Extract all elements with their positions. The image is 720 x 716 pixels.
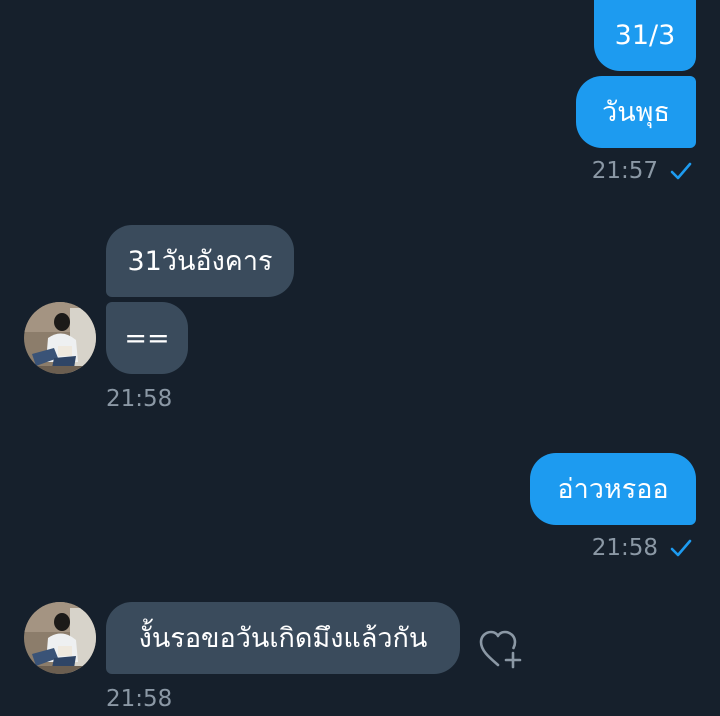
- message-text: งั้นรอขอวันเกิดมึงแล้วกัน: [138, 622, 428, 654]
- message-meta: 21:58: [592, 535, 692, 561]
- message-timestamp: 21:57: [591, 158, 658, 184]
- message-text: ==: [124, 322, 170, 354]
- message-timestamp: 21:58: [106, 386, 173, 412]
- sender-avatar[interactable]: [24, 302, 96, 374]
- sender-avatar[interactable]: [24, 602, 96, 674]
- add-reaction-heart-icon[interactable]: [478, 629, 524, 675]
- sent-check-icon: [670, 538, 692, 558]
- message-bubble-outgoing[interactable]: อ่าวหรออ: [530, 453, 696, 525]
- message-meta: 21:58: [106, 386, 172, 412]
- message-bubble-incoming[interactable]: ==: [106, 302, 188, 374]
- message-timestamp: 21:58: [106, 686, 173, 712]
- message-bubble-outgoing[interactable]: 31/3: [594, 0, 696, 71]
- sent-check-icon: [670, 161, 692, 181]
- message-bubble-incoming[interactable]: 31วันอังคาร: [106, 225, 294, 297]
- message-text: วันพุธ: [602, 96, 670, 128]
- message-text: อ่าวหรออ: [557, 473, 669, 505]
- message-bubble-incoming[interactable]: งั้นรอขอวันเกิดมึงแล้วกัน: [106, 602, 460, 674]
- message-text: 31วันอังคาร: [127, 245, 273, 277]
- message-text: 31/3: [614, 20, 676, 51]
- message-timestamp: 21:58: [591, 535, 658, 561]
- message-bubble-outgoing[interactable]: วันพุธ: [576, 76, 696, 148]
- message-meta: 21:58: [106, 686, 172, 712]
- message-meta: 21:57: [592, 158, 692, 184]
